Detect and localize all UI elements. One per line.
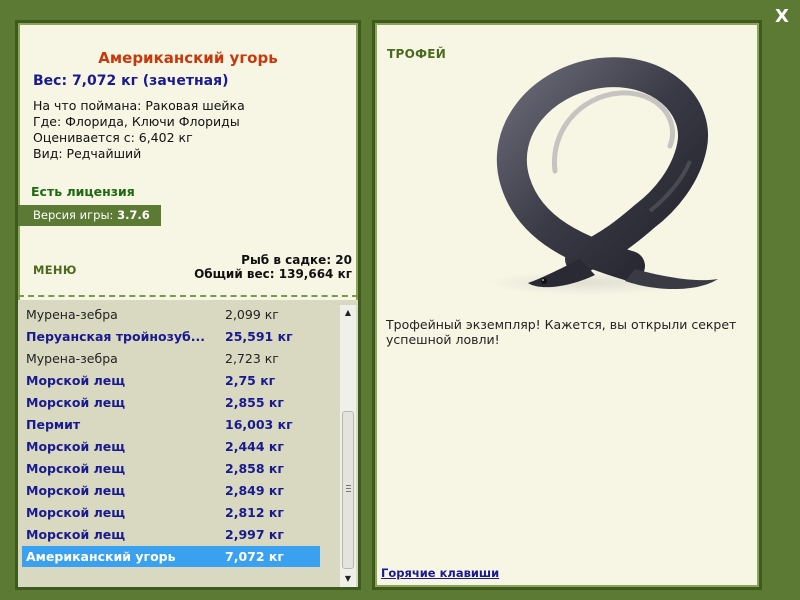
fish-list-row[interactable]: Морской лещ 2,812 кг [22, 502, 320, 523]
keepnet-total-weight: Общий вес: 139,664 кг [194, 267, 352, 281]
hotkeys-link[interactable]: Горячие клавиши [381, 566, 499, 580]
fish-weight-value: 2,849 кг [225, 483, 284, 498]
fish-name: Морской лещ [26, 395, 126, 410]
close-button[interactable]: X [770, 5, 794, 29]
fish-name: Перуанская тройнозуб... [26, 329, 205, 344]
keepnet-fish-count: Рыб в садке: 20 [241, 253, 352, 267]
fish-list-row[interactable]: Морской лещ 2,855 кг [22, 392, 320, 413]
rarity-info: Вид: Редчайший [33, 146, 142, 161]
trophy-panel: ТРОФЕЙ Трофейный экземпляр! Кажется, вы … [372, 20, 762, 590]
fish-name: Мурена-зебра [26, 307, 118, 322]
location-info: Где: Флорида, Ключи Флориды [33, 114, 240, 129]
fish-name: Морской лещ [26, 527, 126, 542]
fish-weight-value: 2,858 кг [225, 461, 284, 476]
fish-list-row[interactable]: Перуанская тройнозуб... 25,591 кг [22, 326, 320, 347]
fish-weight-value: 2,855 кг [225, 395, 284, 410]
fish-weight-value: 2,723 кг [225, 351, 279, 366]
fish-list-row[interactable]: Морской лещ 2,444 кг [22, 436, 320, 457]
license-status: Есть лицензия [31, 184, 135, 199]
fish-weight-value: 25,591 кг [225, 329, 293, 344]
fish-list[interactable]: Мурена-зебра 2,099 кг Перуанская тройнозуб… [18, 300, 358, 587]
fish-list-row[interactable]: Мурена-зебра 2,723 кг [22, 348, 320, 369]
fish-name: Морской лещ [26, 373, 126, 388]
fish-name: Пермит [26, 417, 81, 432]
fish-list-row[interactable]: Мурена-зебра 2,099 кг [22, 304, 320, 325]
menu-button[interactable]: МЕНЮ [33, 263, 77, 277]
fish-list-row[interactable]: Пермит 16,003 кг [22, 414, 320, 435]
catch-details-panel: Американский угорь Вес: 7,072 кг (зачетн… [15, 20, 361, 590]
fish-name: Морской лещ [26, 505, 126, 520]
fish-weight-value: 2,75 кг [225, 373, 276, 388]
fish-list-row-selected[interactable]: Американский угорь 7,072 кг [22, 546, 320, 567]
fish-weight-value: 16,003 кг [225, 417, 293, 432]
grip-icon [346, 485, 351, 492]
fish-list-scrollbar[interactable]: ▲ ▼ [340, 305, 356, 587]
fish-name: Морской лещ [26, 483, 126, 498]
fish-weight-value: 2,099 кг [225, 307, 279, 322]
version-bar: Версия игры: 3.7.6 [18, 205, 161, 226]
chevron-up-icon[interactable]: ▲ [340, 305, 356, 321]
fish-list-row[interactable]: Морской лещ 2,997 кг [22, 524, 320, 545]
version-value: 3.7.6 [117, 208, 150, 222]
bait-info: На что поймана: Раковая шейка [33, 98, 245, 113]
fish-weight-value: 2,997 кг [225, 527, 284, 542]
fish-title: Американский угорь [98, 49, 278, 67]
scroll-thumb[interactable] [342, 411, 354, 569]
eel-image [485, 57, 718, 295]
divider [18, 295, 358, 297]
trophy-threshold-info: Оценивается с: 6,402 кг [33, 130, 193, 145]
fish-weight-value: 2,812 кг [225, 505, 284, 520]
trophy-label: ТРОФЕЙ [387, 47, 447, 61]
fish-weight: Вес: 7,072 кг (зачетная) [33, 73, 229, 89]
fish-list-row[interactable]: Морской лещ 2,858 кг [22, 458, 320, 479]
trophy-message: Трофейный экземпляр! Кажется, вы открыли… [386, 317, 737, 347]
fish-name: Морской лещ [26, 461, 126, 476]
version-label: Версия игры: [33, 208, 118, 222]
fish-list-row[interactable]: Морской лещ 2,849 кг [22, 480, 320, 501]
fish-name: Морской лещ [26, 439, 126, 454]
fish-list-row[interactable]: Морской лещ 2,75 кг [22, 370, 320, 391]
fish-weight-value: 2,444 кг [225, 439, 284, 454]
chevron-down-icon[interactable]: ▼ [340, 571, 356, 587]
fish-weight-value: 7,072 кг [225, 549, 284, 564]
fish-name: Американский угорь [26, 549, 176, 564]
fish-name: Мурена-зебра [26, 351, 118, 366]
